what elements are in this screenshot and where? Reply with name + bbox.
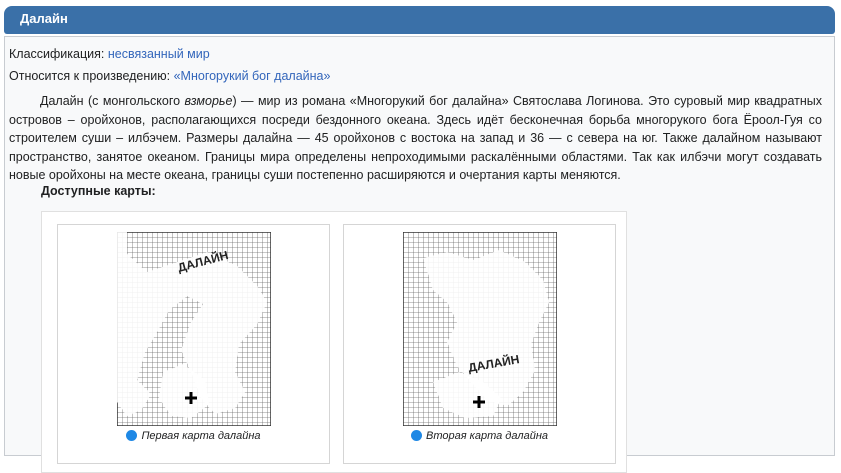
article-header: Далайн <box>4 6 835 34</box>
map-image-2[interactable]: ДАЛАЙН <box>403 232 557 426</box>
page-title: Далайн <box>20 11 68 26</box>
description-paragraph: Далайн (с монгольского взморье) — мир из… <box>9 92 822 185</box>
classification-label: Классификация: <box>9 47 105 61</box>
description-emphasis: взморье <box>184 94 233 108</box>
maps-gallery: ДАЛАЙН Первая карта далайна ДАЛАЙН Втора… <box>41 211 627 473</box>
map-image-1[interactable]: ДАЛАЙН <box>117 232 271 426</box>
description-text-start: Далайн (с монгольского <box>40 94 185 108</box>
work-link[interactable]: «Многорукий бог далайна» <box>174 69 331 83</box>
map-caption-1: Первая карта далайна <box>58 430 329 442</box>
info-dot-icon <box>411 430 422 441</box>
work-row: Относится к произведению: «Многорукий бо… <box>9 69 330 83</box>
map-thumb-2[interactable]: ДАЛАЙН Вторая карта далайна <box>343 224 616 464</box>
work-label: Относится к произведению: <box>9 69 171 83</box>
map-thumb-1[interactable]: ДАЛАЙН Первая карта далайна <box>57 224 330 464</box>
map-caption-2: Вторая карта далайна <box>344 430 615 442</box>
classification-row: Классификация: несвязанный мир <box>9 47 210 61</box>
maps-title: Доступные карты: <box>41 184 156 198</box>
classification-link[interactable]: несвязанный мир <box>108 47 210 61</box>
info-dot-icon <box>126 430 138 441</box>
